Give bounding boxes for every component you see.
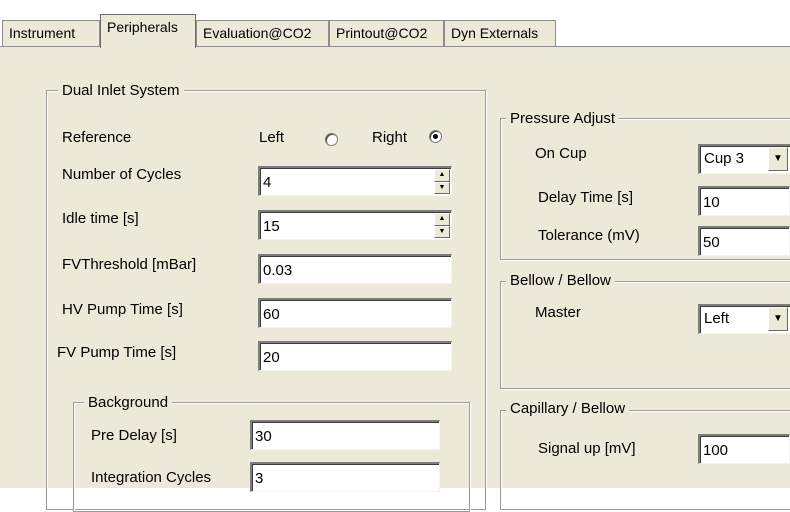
- delay-time-input[interactable]: [700, 188, 789, 215]
- chevron-down-icon[interactable]: ▼: [768, 307, 788, 331]
- number-of-cycles-label: Number of Cycles: [62, 166, 182, 183]
- spin-up-icon[interactable]: ▲: [434, 213, 450, 226]
- idle-time-label: Idle time [s]: [62, 210, 139, 227]
- number-of-cycles-spinner[interactable]: ▲ ▼: [434, 169, 450, 194]
- idle-time-field[interactable]: ▲ ▼: [258, 210, 452, 240]
- tab-instrument[interactable]: Instrument: [2, 20, 100, 46]
- fv-pump-time-label: FV Pump Time [s]: [57, 344, 177, 361]
- integration-cycles-label: Integration Cycles: [91, 469, 212, 486]
- pre-delay-label: Pre Delay [s]: [91, 427, 177, 444]
- fv-pump-time-field[interactable]: [258, 341, 452, 371]
- bellow-bellow-group: [500, 281, 790, 389]
- tolerance-label: Tolerance (mV): [538, 227, 640, 244]
- signal-up-label: Signal up [mV]: [538, 440, 636, 457]
- reference-right-label: Right: [372, 129, 408, 146]
- reference-right-radio[interactable]: [429, 130, 442, 143]
- tolerance-field[interactable]: [698, 226, 790, 256]
- background-title: Background: [84, 394, 173, 412]
- tab-peripherals[interactable]: Peripherals: [100, 14, 196, 48]
- tab-strip: Instrument Peripherals Evaluation@CO2 Pr…: [0, 0, 790, 48]
- on-cup-value: Cup 3: [704, 150, 745, 167]
- tab-evaluation-co2[interactable]: Evaluation@CO2: [196, 20, 329, 46]
- number-of-cycles-input[interactable]: [260, 168, 451, 195]
- fv-pump-time-input[interactable]: [260, 343, 451, 370]
- number-of-cycles-field[interactable]: ▲ ▼: [258, 166, 452, 196]
- reference-left-radio[interactable]: [325, 133, 338, 146]
- fv-threshold-field[interactable]: [258, 254, 452, 284]
- hv-pump-time-input[interactable]: [260, 300, 451, 327]
- delay-time-field[interactable]: [698, 186, 790, 216]
- idle-time-spinner[interactable]: ▲ ▼: [434, 213, 450, 238]
- signal-up-input[interactable]: [700, 436, 789, 463]
- tolerance-input[interactable]: [700, 228, 789, 255]
- tab-printout-co2[interactable]: Printout@CO2: [329, 20, 444, 46]
- reference-label: Reference: [62, 129, 132, 146]
- hv-pump-time-field[interactable]: [258, 298, 452, 328]
- master-label: Master: [535, 304, 581, 321]
- on-cup-label: On Cup: [535, 145, 587, 162]
- bellow-bellow-title: Bellow / Bellow: [506, 272, 615, 290]
- capillary-bellow-title: Capillary / Bellow: [506, 400, 630, 418]
- idle-time-input[interactable]: [260, 212, 451, 239]
- hv-pump-time-label: HV Pump Time [s]: [62, 301, 183, 318]
- fv-threshold-input[interactable]: [260, 256, 451, 283]
- dual-inlet-title: Dual Inlet System: [58, 82, 184, 100]
- signal-up-field[interactable]: [698, 434, 790, 464]
- spin-down-icon[interactable]: ▼: [434, 225, 450, 238]
- chevron-down-icon[interactable]: ▼: [768, 147, 788, 171]
- master-value: Left: [704, 310, 730, 327]
- fv-threshold-label: FVThreshold [mBar]: [62, 256, 197, 273]
- background-group: [73, 402, 470, 512]
- pressure-adjust-title: Pressure Adjust: [506, 110, 620, 128]
- reference-left-label: Left: [259, 129, 285, 146]
- spin-up-icon[interactable]: ▲: [434, 169, 450, 182]
- pre-delay-field[interactable]: [250, 420, 440, 450]
- integration-cycles-input[interactable]: [252, 464, 439, 491]
- tab-dyn-externals[interactable]: Dyn Externals: [444, 20, 556, 46]
- pre-delay-input[interactable]: [252, 422, 439, 449]
- spin-down-icon[interactable]: ▼: [434, 181, 450, 194]
- delay-time-label: Delay Time [s]: [538, 189, 634, 206]
